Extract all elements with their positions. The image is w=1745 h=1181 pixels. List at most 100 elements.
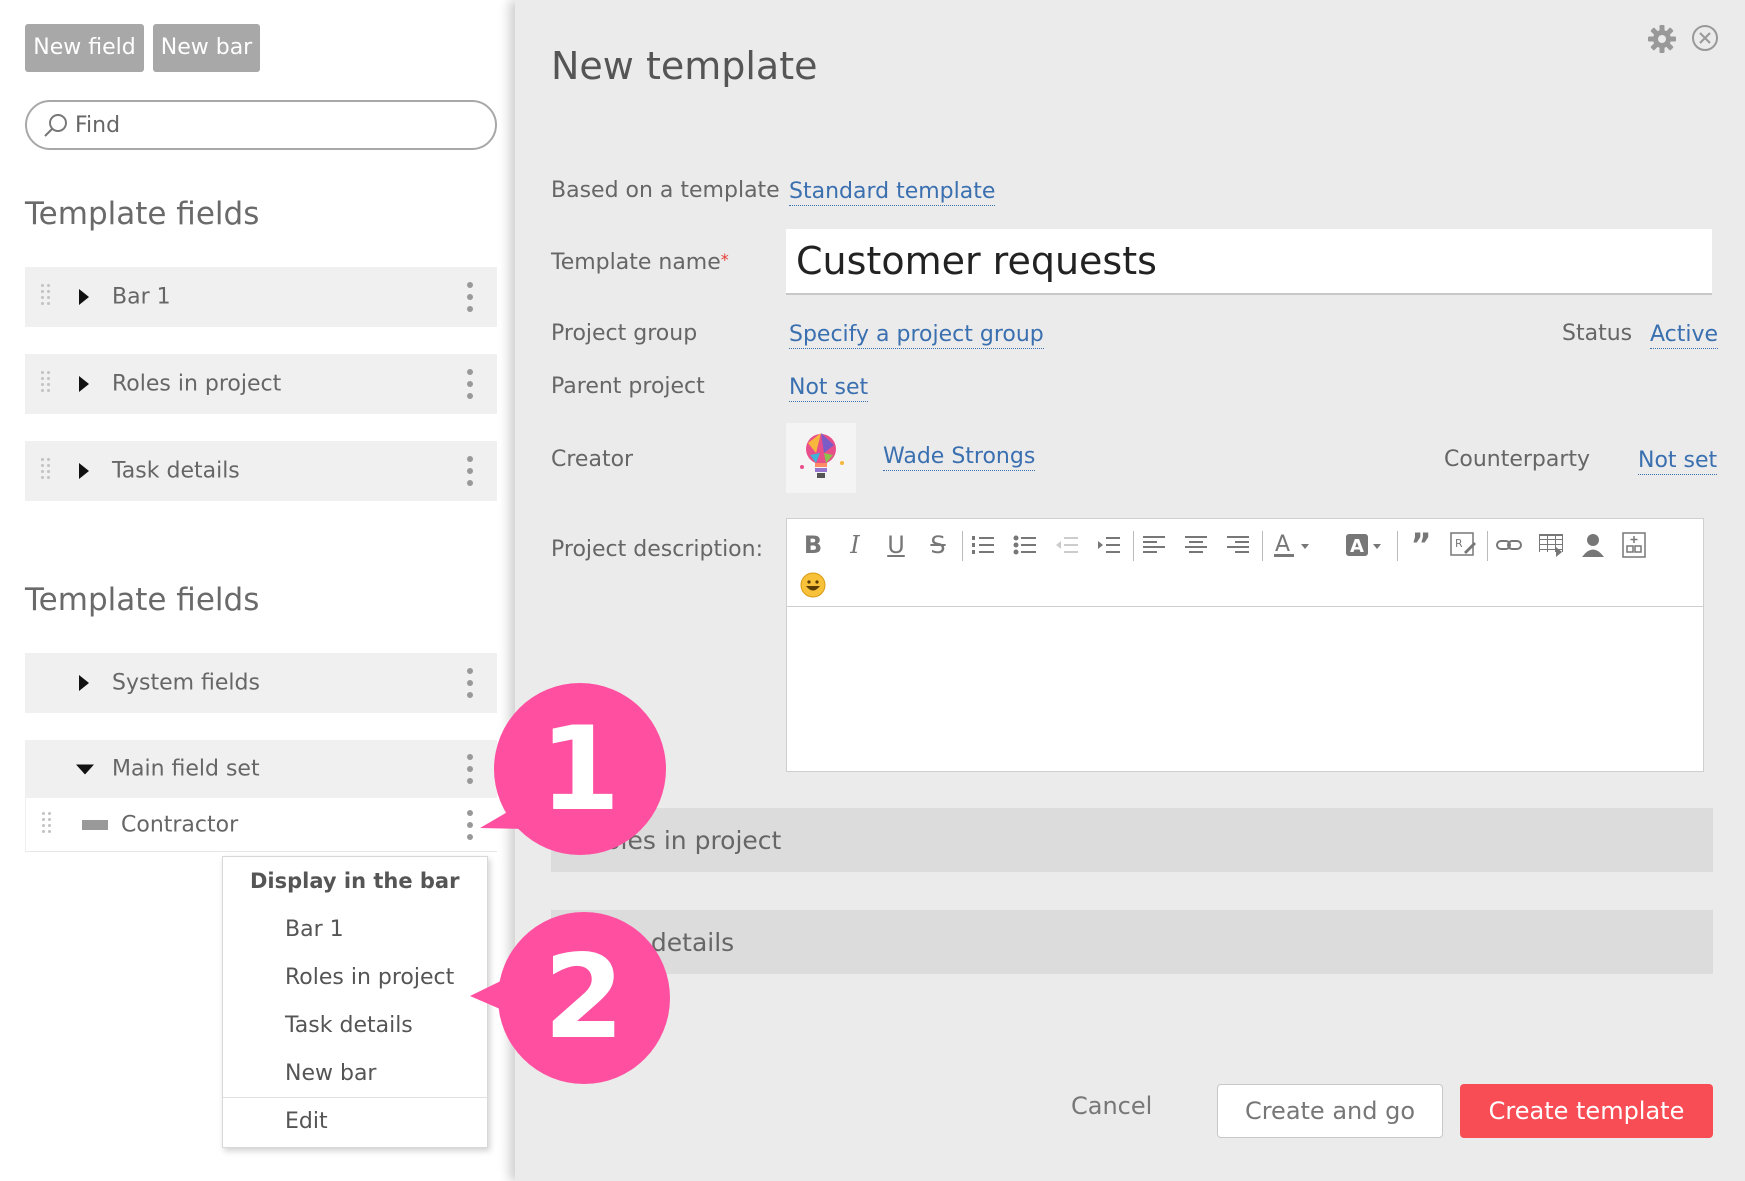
lightbulb-avatar-icon <box>800 433 844 478</box>
format-icon[interactable]: R <box>1449 531 1477 559</box>
menu-item-edit[interactable]: Edit <box>285 1109 328 1134</box>
caret-right-icon[interactable] <box>78 675 90 691</box>
toolbar-separator <box>1262 531 1263 561</box>
indent-icon[interactable] <box>1095 531 1123 559</box>
align-center-icon[interactable] <box>1182 531 1210 559</box>
callout-1-badge: 1 <box>480 680 670 860</box>
text-color-icon[interactable]: A <box>1271 531 1315 559</box>
drag-handle-icon[interactable] <box>41 284 51 310</box>
field-row-contractor[interactable]: Contractor <box>25 798 497 852</box>
row-label: Bar 1 <box>112 284 171 310</box>
status-label: Status <box>1562 321 1633 346</box>
section-title: Template fields <box>25 582 260 618</box>
quote-icon[interactable]: ” <box>1407 526 1435 564</box>
row-label: Contractor <box>121 812 239 837</box>
kebab-menu-icon[interactable] <box>467 809 473 840</box>
kebab-menu-icon[interactable] <box>467 754 473 784</box>
svg-text:A: A <box>1275 532 1290 557</box>
field-row-roles-in-project[interactable]: Roles in project <box>25 354 497 414</box>
drag-handle-icon[interactable] <box>41 458 51 484</box>
caret-right-icon[interactable] <box>78 376 90 392</box>
background-color-icon[interactable]: A <box>1343 531 1387 559</box>
section-title: Template fields <box>25 196 260 232</box>
avatar <box>786 423 856 493</box>
callout-number: 2 <box>543 930 625 1065</box>
toolbar-separator <box>962 531 963 561</box>
italic-icon[interactable]: I <box>841 531 869 559</box>
project-group-link[interactable]: Specify a project group <box>789 322 1044 349</box>
callout-2-badge: 2 <box>470 910 680 1090</box>
caret-right-icon[interactable] <box>78 463 90 479</box>
caret-right-icon[interactable] <box>78 289 90 305</box>
field-row-system-fields[interactable]: System fields <box>25 653 497 713</box>
gear-icon[interactable] <box>1647 24 1677 54</box>
kebab-menu-icon[interactable] <box>467 282 473 312</box>
toolbar-separator <box>1133 531 1134 561</box>
description-label: Project description: <box>551 537 763 562</box>
kebab-menu-icon[interactable] <box>467 369 473 399</box>
counterparty-link[interactable]: Not set <box>1638 448 1718 475</box>
description-editor[interactable]: B I U S A A ” R <box>786 518 1704 772</box>
bullet-list-icon[interactable] <box>1011 531 1039 559</box>
editor-toolbar: B I U S A A ” R <box>787 519 1703 607</box>
svg-text:R: R <box>1455 537 1463 550</box>
template-icon[interactable] <box>1621 531 1649 559</box>
search-placeholder: Find <box>75 112 121 138</box>
new-field-button[interactable]: New field <box>25 24 144 72</box>
dialog-title: New template <box>551 44 818 88</box>
search-input[interactable]: Find <box>25 100 497 150</box>
strikethrough-icon[interactable]: S <box>924 531 952 559</box>
row-label: Main field set <box>112 756 260 782</box>
user-icon[interactable] <box>1579 531 1607 559</box>
parent-project-label: Parent project <box>551 374 705 399</box>
based-on-label: Based on a template <box>551 178 780 203</box>
menu-separator <box>223 1097 487 1098</box>
create-template-button[interactable]: Create template <box>1460 1084 1713 1138</box>
field-row-task-details[interactable]: Task details <box>25 441 497 501</box>
parent-project-link[interactable]: Not set <box>789 375 869 402</box>
menu-item-task-details[interactable]: Task details <box>285 1013 413 1038</box>
status-link[interactable]: Active <box>1650 322 1719 349</box>
ordered-list-icon[interactable] <box>969 531 997 559</box>
close-icon[interactable] <box>1691 24 1719 52</box>
bold-icon[interactable]: B <box>799 531 827 559</box>
project-group-label: Project group <box>551 321 698 346</box>
menu-item-roles-in-project[interactable]: Roles in project <box>285 965 454 990</box>
required-mark: * <box>720 250 729 269</box>
template-name-input[interactable] <box>786 229 1712 295</box>
creator-link[interactable]: Wade Strongs <box>883 444 1036 471</box>
template-name-label-text: Template name <box>551 250 721 275</box>
menu-item-new-bar[interactable]: New bar <box>285 1061 376 1086</box>
template-name-label: Template name* <box>551 250 729 275</box>
outdent-icon[interactable] <box>1053 531 1081 559</box>
menu-item-bar-1[interactable]: Bar 1 <box>285 917 344 942</box>
kebab-menu-icon[interactable] <box>467 456 473 486</box>
menu-header: Display in the bar <box>250 869 460 893</box>
toolbar-separator <box>1487 531 1488 561</box>
align-right-icon[interactable] <box>1224 531 1252 559</box>
cancel-button[interactable]: Cancel <box>1071 1092 1152 1120</box>
bar-task-details[interactable]: Task details <box>551 910 1713 974</box>
table-icon[interactable] <box>1537 531 1565 559</box>
based-on-template-link[interactable]: Standard template <box>789 179 996 206</box>
display-in-bar-menu: Display in the bar Bar 1 Roles in projec… <box>222 856 488 1148</box>
kebab-menu-icon[interactable] <box>467 668 473 698</box>
link-icon[interactable] <box>1495 531 1523 559</box>
new-bar-button[interactable]: New bar <box>153 24 260 72</box>
align-left-icon[interactable] <box>1140 531 1168 559</box>
search-icon <box>44 114 67 137</box>
drag-handle-icon[interactable] <box>42 811 52 838</box>
row-label: Task details <box>112 458 240 484</box>
underline-icon[interactable]: U <box>882 531 910 559</box>
text-field-icon <box>82 819 108 830</box>
counterparty-label: Counterparty <box>1444 447 1591 472</box>
new-template-dialog: New template Based on a template Standar… <box>515 0 1745 1181</box>
emoji-icon[interactable] <box>799 571 827 599</box>
field-row-bar-1[interactable]: Bar 1 <box>25 267 497 327</box>
field-row-main-field-set[interactable]: Main field set <box>25 740 497 798</box>
drag-handle-icon[interactable] <box>41 371 51 397</box>
caret-down-icon[interactable] <box>76 764 94 775</box>
svg-text:A: A <box>1350 536 1364 557</box>
bar-roles-in-project[interactable]: Roles in project <box>551 808 1713 872</box>
create-and-go-button[interactable]: Create and go <box>1217 1084 1443 1138</box>
